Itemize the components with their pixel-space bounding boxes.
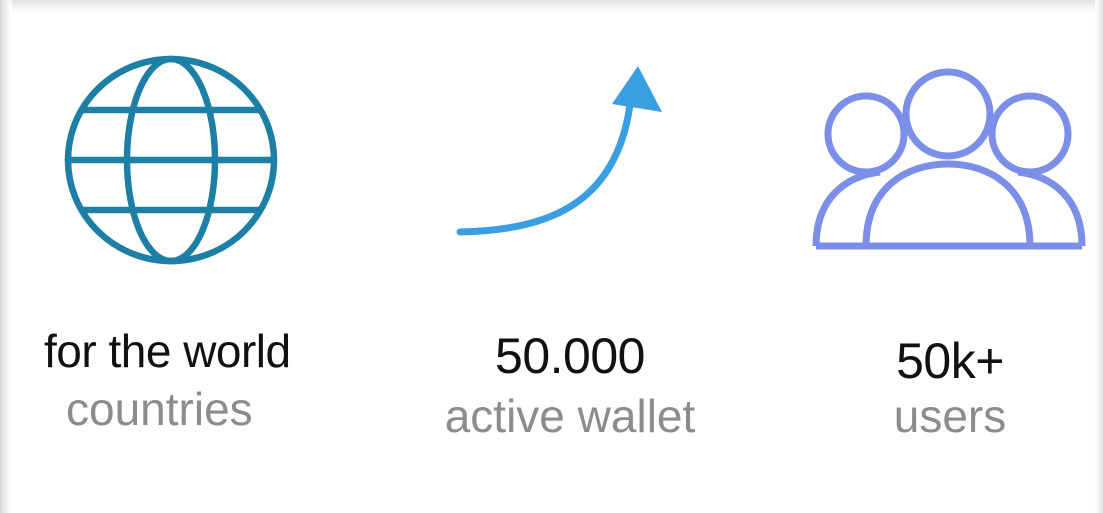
stat-users-label: users [893,390,1007,442]
frame-left-shadow [0,0,12,513]
stat-users-value: 50k+ [896,333,1004,389]
globe-icon [60,52,282,268]
stat-wallet-value: 50.000 [495,328,645,384]
frame-top-shadow [0,0,1103,14]
stat-world-label: countries [66,383,253,435]
trend-arrow-icon [450,60,670,245]
users-group-icon [808,68,1090,254]
stat-wallet-label: active wallet [444,390,696,442]
frame-right-shadow [1095,0,1103,513]
stat-world-value: for the world [44,325,291,377]
